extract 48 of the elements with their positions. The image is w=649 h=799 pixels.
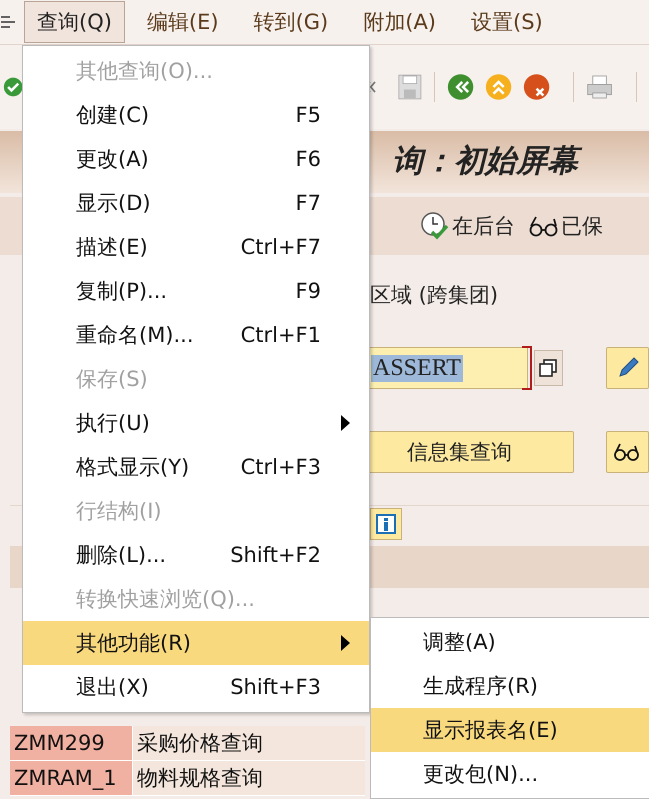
table-cell: ZMRAM_1 [10,761,132,795]
shortcut-label: Ctrl+F1 [240,323,321,347]
shortcut-label: F7 [294,191,321,215]
menu-item[interactable]: 创建(C) F5 [23,93,369,137]
glasses-icon [614,442,640,462]
menu-item[interactable]: 更改包(N)... [371,752,649,796]
table-row[interactable]: ZMM299 采购价格查询 [10,726,365,761]
menu-item[interactable]: 转到(G) [240,1,342,43]
toolbar-button[interactable]: 已保 [529,212,603,240]
menu-item[interactable]: 更改(A) F6 [23,137,369,181]
menu-item[interactable]: 其他功能(R) [23,621,369,665]
menu-item[interactable]: 查询(Q) [24,1,125,43]
screen-title: 询：初始屏幕 [392,140,584,184]
toolbar-button[interactable]: 在后台 [420,211,515,241]
menu-item[interactable]: 退出(X) Shift+F3 [23,665,369,709]
menu-item[interactable]: 复制(P)... F9 [23,269,369,313]
menu-item[interactable]: 附加(A) [350,1,450,43]
clock-check-icon [420,211,450,241]
glasses-button[interactable] [606,431,649,473]
menu-item[interactable]: 显示报表名(E) [371,708,649,752]
menu-item[interactable]: 删除(L)... Shift+F2 [23,533,369,577]
field-bracket [522,346,532,390]
table-cell: 物料规格查询 [132,761,365,795]
info-button[interactable] [370,508,402,540]
shortcut-label: Shift+F3 [229,675,321,699]
shortcut-label: Ctrl+F7 [240,235,321,259]
shortcut-label: Ctrl+F3 [240,455,321,479]
edit-button[interactable] [606,347,649,389]
shortcut-label: Shift+F2 [229,543,321,567]
menu-icon[interactable] [0,15,16,29]
menu-item[interactable]: 显示(D) F7 [23,181,369,225]
menu-item[interactable]: 调整(A) [371,620,649,664]
menu-item[interactable]: 设置(S) [458,1,556,43]
menu-item[interactable]: 生成程序(R) [371,664,649,708]
menu-item[interactable]: 编辑(E) [134,1,232,43]
field-label: 区域 (跨集团) [370,282,498,309]
glasses-icon [529,215,559,237]
info-icon [376,514,396,534]
check-icon[interactable] [3,75,24,99]
copy-button[interactable] [534,350,564,386]
table-cell: 采购价格查询 [132,726,365,760]
menu-item[interactable]: 描述(E) Ctrl+F7 [23,225,369,269]
shortcut-label: F9 [294,279,321,303]
table-row[interactable]: ZMRAM_1 物料规格查询 [10,761,365,796]
copy-icon [538,358,558,378]
table-cell: ZMM299 [10,726,132,760]
shortcut-label: F5 [294,103,321,127]
shortcut-label: F6 [294,147,321,171]
